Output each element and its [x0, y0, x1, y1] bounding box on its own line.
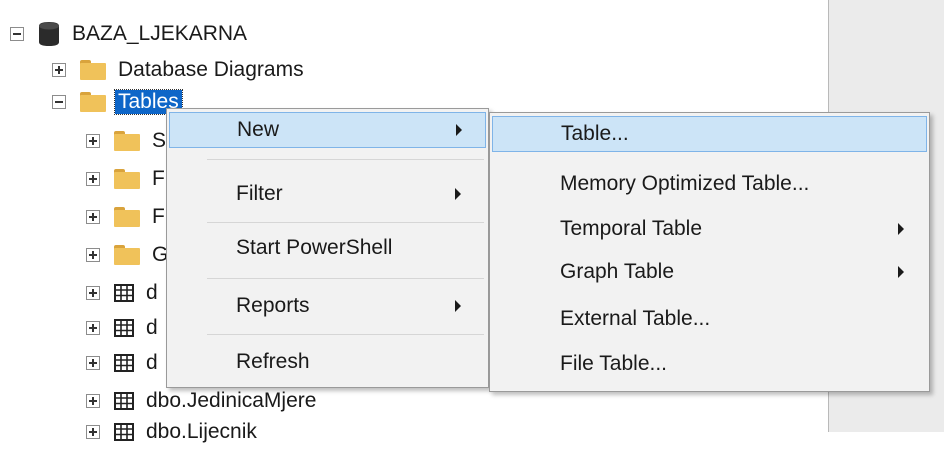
database-diagrams-label[interactable]: Database Diagrams: [118, 58, 304, 82]
menu-item-label: Temporal Table: [560, 217, 703, 240]
expand-icon[interactable]: [86, 356, 100, 370]
tree-child-label[interactable]: d: [146, 281, 158, 305]
menu-item-label: File Table...: [560, 352, 667, 375]
submenu-arrow-icon: [898, 223, 904, 235]
submenu-arrow-icon: [455, 300, 461, 312]
tree-child-label[interactable]: F: [152, 167, 165, 191]
tree-child-row[interactable]: d: [86, 276, 158, 310]
folder-icon: [114, 131, 140, 151]
tree-node-tables[interactable]: Tables: [52, 85, 183, 119]
tree-child-row[interactable]: G: [86, 238, 168, 272]
table-icon: [114, 354, 134, 372]
tree-node-database-diagrams[interactable]: Database Diagrams: [52, 53, 304, 87]
tree-child-row[interactable]: dbo.Lijecnik: [86, 415, 257, 449]
table-icon: [114, 284, 134, 302]
expand-icon[interactable]: [52, 63, 66, 77]
tree-child-label[interactable]: S: [152, 129, 166, 153]
table-icon: [114, 319, 134, 337]
menu-item-label: Graph Table: [560, 260, 675, 283]
menu-separator: [207, 159, 484, 160]
menu-item-new[interactable]: New: [169, 112, 486, 148]
folder-icon: [114, 169, 140, 189]
submenu-arrow-icon: [455, 188, 461, 200]
menu-separator: [207, 222, 484, 223]
folder-icon: [114, 245, 140, 265]
database-icon: [39, 22, 59, 46]
tree-child-label[interactable]: F: [152, 205, 165, 229]
new-submenu: Table... Memory Optimized Table... Tempo…: [489, 112, 930, 392]
submenu-item-memory-optimized-table[interactable]: Memory Optimized Table...: [492, 166, 927, 202]
submenu-item-graph-table[interactable]: Graph Table: [492, 254, 927, 290]
tree-child-label[interactable]: d: [146, 351, 158, 375]
tree-child-row[interactable]: S: [86, 124, 166, 158]
menu-item-label: Memory Optimized Table...: [560, 172, 810, 195]
submenu-item-file-table[interactable]: File Table...: [492, 346, 927, 382]
submenu-item-external-table[interactable]: External Table...: [492, 301, 927, 337]
submenu-item-table[interactable]: Table...: [492, 116, 927, 152]
menu-item-label: Start PowerShell: [236, 236, 393, 259]
expand-icon[interactable]: [86, 172, 100, 186]
folder-icon: [114, 207, 140, 227]
context-menu: New Filter Start PowerShell Reports Refr…: [166, 108, 489, 388]
menu-item-reports[interactable]: Reports: [169, 288, 486, 324]
expand-icon[interactable]: [86, 210, 100, 224]
tree-child-label[interactable]: dbo.JedinicaMjere: [146, 389, 316, 413]
menu-item-start-powershell[interactable]: Start PowerShell: [169, 230, 486, 266]
table-icon: [114, 392, 134, 410]
tree-child-row[interactable]: dbo.JedinicaMjere: [86, 384, 316, 418]
menu-separator: [207, 334, 484, 335]
expand-icon[interactable]: [86, 425, 100, 439]
expand-icon[interactable]: [86, 321, 100, 335]
menu-item-label: New: [237, 118, 280, 141]
tree-child-label[interactable]: d: [146, 316, 158, 340]
tree-node-database[interactable]: BAZA_LJEKARNA: [10, 17, 247, 51]
database-label[interactable]: BAZA_LJEKARNA: [72, 22, 247, 46]
menu-item-refresh[interactable]: Refresh: [169, 344, 486, 380]
folder-icon: [80, 60, 106, 80]
menu-item-label: Table...: [561, 122, 629, 145]
menu-item-label: Refresh: [236, 350, 310, 373]
tree-child-row[interactable]: d: [86, 346, 158, 380]
tree-child-row[interactable]: F: [86, 200, 165, 234]
table-icon: [114, 423, 134, 441]
collapse-icon[interactable]: [52, 95, 66, 109]
submenu-item-temporal-table[interactable]: Temporal Table: [492, 211, 927, 247]
menu-separator: [207, 278, 484, 279]
tree-child-row[interactable]: F: [86, 162, 165, 196]
collapse-icon[interactable]: [10, 27, 24, 41]
folder-icon: [80, 92, 106, 112]
expand-icon[interactable]: [86, 134, 100, 148]
menu-item-label: External Table...: [560, 307, 711, 330]
tree-child-row[interactable]: d: [86, 311, 158, 345]
tree-child-label[interactable]: dbo.Lijecnik: [146, 420, 257, 444]
menu-item-label: Reports: [236, 294, 310, 317]
menu-item-filter[interactable]: Filter: [169, 176, 486, 212]
expand-icon[interactable]: [86, 286, 100, 300]
expand-icon[interactable]: [86, 394, 100, 408]
submenu-arrow-icon: [456, 124, 462, 136]
menu-item-label: Filter: [236, 182, 283, 205]
submenu-arrow-icon: [898, 266, 904, 278]
expand-icon[interactable]: [86, 248, 100, 262]
